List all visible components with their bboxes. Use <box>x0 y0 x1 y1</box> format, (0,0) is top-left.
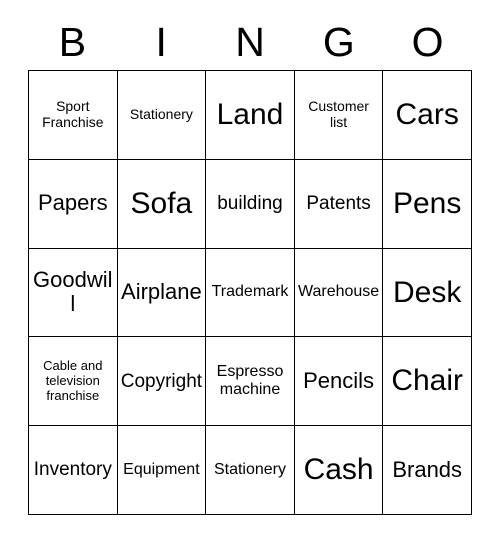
bingo-cell-b3[interactable]: Goodwill <box>29 248 118 338</box>
bingo-cell-o2[interactable]: Pens <box>383 159 472 249</box>
bingo-header-row: B I N G O <box>28 14 472 70</box>
bingo-cell-i3[interactable]: Airplane <box>117 248 207 338</box>
header-letter-b: B <box>58 18 87 65</box>
bingo-cell-label: Trademark <box>211 283 289 301</box>
bingo-cell-n4[interactable]: Espresso machine <box>206 337 295 427</box>
bingo-cell-label: Patents <box>306 192 371 214</box>
bingo-cell-label: Stationery <box>129 105 193 122</box>
bingo-cell-i1[interactable]: Stationery <box>117 71 207 160</box>
bingo-cell-label: Land <box>216 97 284 131</box>
bingo-cell-label: Customer list <box>308 98 369 130</box>
bingo-cell-g3[interactable]: Warehouse <box>294 248 384 338</box>
bingo-cell-label: building <box>217 192 283 214</box>
bingo-cell-i5[interactable]: Equipment <box>117 426 207 515</box>
bingo-cell-label: Brands <box>392 456 463 482</box>
bingo-cell-label: Goodwill <box>33 266 113 317</box>
bingo-cell-i4[interactable]: Copyright <box>117 337 207 427</box>
bingo-cell-label: Pens <box>392 186 462 220</box>
bingo-cell-n3[interactable]: Trademark <box>206 248 295 338</box>
bingo-grid: Sport Franchise Stationery Land Customer… <box>28 70 472 515</box>
header-letter-n: N <box>235 18 265 65</box>
bingo-cell-o4[interactable]: Chair <box>383 337 472 427</box>
bingo-cell-b1[interactable]: Sport Franchise <box>29 71 118 160</box>
bingo-cell-label: Chair <box>391 364 464 398</box>
bingo-cell-label: Pencils <box>303 367 375 393</box>
bingo-cell-label: Inventory <box>33 459 112 481</box>
bingo-cell-i2[interactable]: Sofa <box>117 159 207 249</box>
bingo-cell-label: Airplane <box>121 279 202 305</box>
bingo-cell-n2[interactable]: building <box>206 159 295 249</box>
bingo-cell-label: Espresso machine <box>216 363 284 399</box>
header-letter-o: O <box>411 18 444 65</box>
bingo-cell-b2[interactable]: Papers <box>29 159 118 249</box>
bingo-cell-o3[interactable]: Desk <box>383 248 472 338</box>
bingo-cell-label: Sofa <box>130 186 193 220</box>
bingo-cell-label: Sport Franchise <box>42 98 104 130</box>
bingo-cell-g4[interactable]: Pencils <box>294 337 384 427</box>
bingo-cell-g2[interactable]: Patents <box>294 159 384 249</box>
bingo-cell-g5[interactable]: Cash <box>294 426 384 515</box>
bingo-card: B I N G O Sport Franchise Stationery Lan… <box>0 0 500 544</box>
header-letter-i: I <box>155 18 167 65</box>
bingo-cell-label: Desk <box>393 275 462 309</box>
bingo-cell-label: Cash <box>303 453 374 487</box>
bingo-cell-n5[interactable]: Stationery <box>206 426 295 515</box>
bingo-cell-g1[interactable]: Customer list <box>294 71 384 160</box>
bingo-cell-label: Copyright <box>120 370 203 392</box>
bingo-cell-n1[interactable]: Land <box>206 71 295 160</box>
bingo-cell-label: Cable and television franchise <box>43 358 103 403</box>
bingo-cell-b5[interactable]: Inventory <box>29 426 118 515</box>
bingo-cell-label: Warehouse <box>297 283 380 301</box>
header-letter-g: G <box>322 18 355 65</box>
bingo-cell-o1[interactable]: Cars <box>383 71 472 160</box>
bingo-cell-o5[interactable]: Brands <box>383 426 472 515</box>
bingo-cell-label: Equipment <box>123 461 200 479</box>
bingo-cell-label: Cars <box>395 97 459 131</box>
bingo-cell-label: Stationery <box>213 461 287 479</box>
bingo-cell-b4[interactable]: Cable and television franchise <box>29 337 118 427</box>
bingo-cell-label: Papers <box>37 190 108 216</box>
